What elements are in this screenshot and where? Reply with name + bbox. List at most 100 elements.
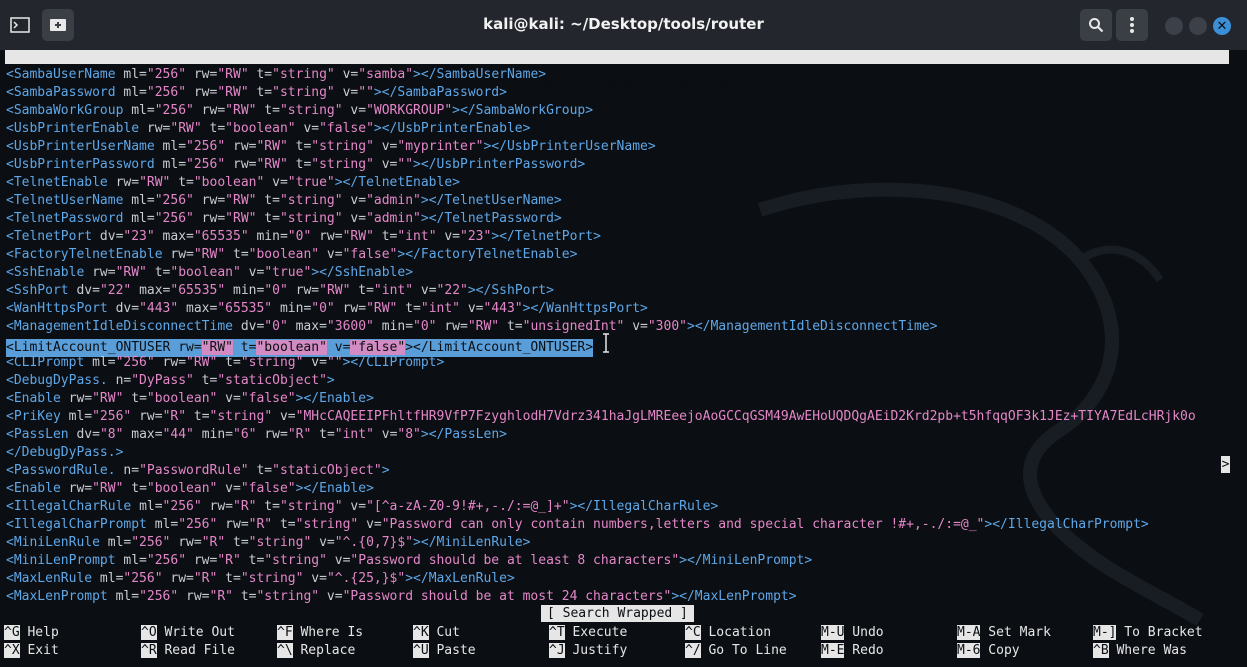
code-token: v= [326, 340, 351, 355]
code-token: t= [256, 211, 280, 226]
code-token: "0" [413, 319, 437, 334]
code-token: "RW" [217, 67, 249, 82]
code-token: rw= [436, 319, 468, 334]
code-token: "[^a-zA-Z0-9!#+,-./:=@_]+" [366, 499, 570, 514]
code-token: <IllegalCharRule [6, 499, 140, 514]
code-token: t= [146, 265, 171, 280]
code-token: ></MaxLenRule> [405, 571, 515, 586]
editor-line[interactable]: </DebugDyPass.> [6, 444, 1196, 462]
editor-line[interactable]: <CLIPrompt ml="256" rw="RW" t="string" v… [6, 354, 1196, 372]
code-token: max= [178, 301, 218, 316]
code-token: n= [115, 373, 132, 388]
editor-line[interactable]: <MiniLenPrompt ml="256" rw="R" t="string… [6, 552, 1196, 570]
editor-line[interactable]: <SshPort dv="22" max="65535" min="0" rw=… [6, 282, 1196, 300]
editor-line[interactable]: <SshEnable rw="RW" t="boolean" v="true">… [6, 264, 1196, 282]
editor-line[interactable]: <UsbPrinterPassword ml="256" rw="RW" t="… [6, 156, 1196, 174]
editor-line[interactable]: <TelnetPassword ml="256" rw="RW" t="stri… [6, 210, 1196, 228]
editor-line[interactable]: <MiniLenRule ml="256" rw="R" t="string" … [6, 534, 1196, 552]
code-token: v= [334, 85, 359, 100]
code-token: ></MiniLenRule> [413, 535, 531, 550]
editor-line[interactable]: <FactoryTelnetEnable rw="RW" t="boolean"… [6, 246, 1196, 264]
editor-line[interactable]: <DebugDyPass. n="DyPass" t="staticObject… [6, 372, 1196, 390]
code-token: dv= [99, 229, 124, 244]
code-token: min= [373, 319, 414, 334]
code-token: min= [225, 283, 265, 298]
code-token: t= [256, 103, 280, 118]
shortcut-key: M-6 [957, 643, 981, 658]
code-token: "RW" [201, 340, 233, 355]
code-token: v= [295, 121, 320, 136]
editor-line[interactable]: <Enable rw="RW" t="boolean" v="false"></… [6, 390, 1196, 408]
code-token: ml= [99, 571, 124, 586]
code-token: ></SambaPassword> [373, 85, 507, 100]
editor-line[interactable]: <Enable rw="RW" t="boolean" v="false"></… [6, 480, 1196, 498]
code-token: v= [311, 535, 335, 550]
code-token: ></TelnetUserName> [420, 193, 562, 208]
editor-line[interactable]: <UsbPrinterEnable rw="RW" t="boolean" v=… [6, 120, 1196, 138]
shortcut-replace: ^\ Replace [277, 642, 355, 660]
code-token: "RW" [225, 103, 257, 118]
code-token: max= [123, 427, 163, 442]
shortcut-label: Where Was [1108, 643, 1187, 658]
maximize-button[interactable] [1189, 17, 1207, 35]
editor-line[interactable]: <TelnetEnable rw="RW" t="boolean" v="tru… [6, 174, 1196, 192]
code-token: rw= [201, 499, 234, 514]
code-token: <WanHttpsPort [6, 301, 116, 316]
terminal-area[interactable]: GNU nano 8.6 config-23102025-105845.xml … [0, 50, 1247, 667]
code-token: "256" [186, 157, 226, 172]
editor-line[interactable]: <SambaPassword ml="256" rw="RW" t="strin… [6, 84, 1196, 102]
editor-line[interactable]: <TelnetUserName ml="256" rw="RW" t="stri… [6, 192, 1196, 210]
code-token: rw= [170, 535, 202, 550]
editor-line[interactable]: <IllegalCharPrompt ml="256" rw="R" t="st… [6, 516, 1196, 534]
code-token: "string" [279, 193, 343, 208]
code-token: ></LimitAccount_ONTUSER> [405, 340, 594, 355]
code-token: min= [248, 229, 288, 244]
code-token: ></MiniLenPrompt> [679, 553, 813, 568]
code-token: "256" [115, 355, 155, 370]
shortcut-redo: M-E Redo [821, 642, 884, 660]
shortcut-exit: ^X Exit [4, 642, 59, 660]
code-token: t= [256, 193, 280, 208]
editor-line[interactable]: <PriKey ml="256" rw="R" t="string" v="MH… [6, 408, 1196, 426]
editor-line[interactable]: <TelnetPort dv="23" max="65535" min="0" … [6, 228, 1196, 246]
close-button[interactable]: ✕ [1213, 17, 1231, 35]
editor-line[interactable]: <SambaWorkGroup ml="256" rw="RW" t="stri… [6, 102, 1196, 120]
shortcut-key: M-U [821, 625, 845, 640]
editor-line[interactable]: <UsbPrinterUserName ml="256" rw="RW" t="… [6, 138, 1196, 156]
shortcut-label: Justify [564, 643, 628, 658]
editor-line[interactable]: <PassLen dv="8" max="44" min="6" rw="R" … [6, 426, 1196, 444]
editor-line[interactable]: <MaxLenPrompt ml="256" rw="R" t="string"… [6, 588, 1196, 606]
search-icon[interactable] [1080, 9, 1112, 41]
code-token: v= [303, 355, 327, 370]
shortcut-key: ^/ [685, 643, 701, 658]
code-token: rw= [68, 481, 93, 496]
editor-line[interactable]: <IllegalCharRule ml="256" rw="R" t="stri… [6, 498, 1196, 516]
minimize-button[interactable] [1165, 17, 1183, 35]
code-token: ></TelnetPort> [491, 229, 601, 244]
code-token: "boolean" [146, 481, 218, 496]
editor-line[interactable]: <MaxLenRule ml="256" rw="R" t="string" v… [6, 570, 1196, 588]
kebab-menu-icon[interactable] [1116, 9, 1148, 41]
editor-line[interactable]: <PasswordRule. n="PasswordRule" t="stati… [6, 462, 1196, 480]
code-token: t= [233, 589, 257, 604]
code-token: rw= [92, 265, 116, 280]
code-token: <CLIPrompt [6, 355, 93, 370]
editor-line[interactable]: <ManagementIdleDisconnectTime dv="0" max… [6, 318, 1196, 336]
code-token: t= [225, 535, 249, 550]
code-token: ></TelnetEnable> [334, 175, 460, 190]
code-token: min= [193, 427, 234, 442]
code-token: "string" [279, 211, 343, 226]
editor-buffer[interactable]: <SambaUserName ml="256" rw="RW" t="strin… [6, 66, 1196, 606]
shortcut-key: ^C [685, 625, 701, 640]
code-token: "int" [334, 427, 374, 442]
code-token: <TelnetEnable [6, 175, 116, 190]
code-token: <SshEnable [6, 265, 93, 280]
code-token: t= [287, 157, 312, 172]
code-token: <Enable [6, 481, 69, 496]
shortcut-label: Paste [428, 643, 476, 658]
code-token: ml= [154, 517, 179, 532]
editor-line[interactable]: <SambaUserName ml="256" rw="RW" t="strin… [6, 66, 1196, 84]
code-token: t= [232, 340, 257, 355]
code-token: rw= [178, 340, 202, 355]
editor-line[interactable]: <WanHttpsPort dv="443" max="65535" min="… [6, 300, 1196, 318]
